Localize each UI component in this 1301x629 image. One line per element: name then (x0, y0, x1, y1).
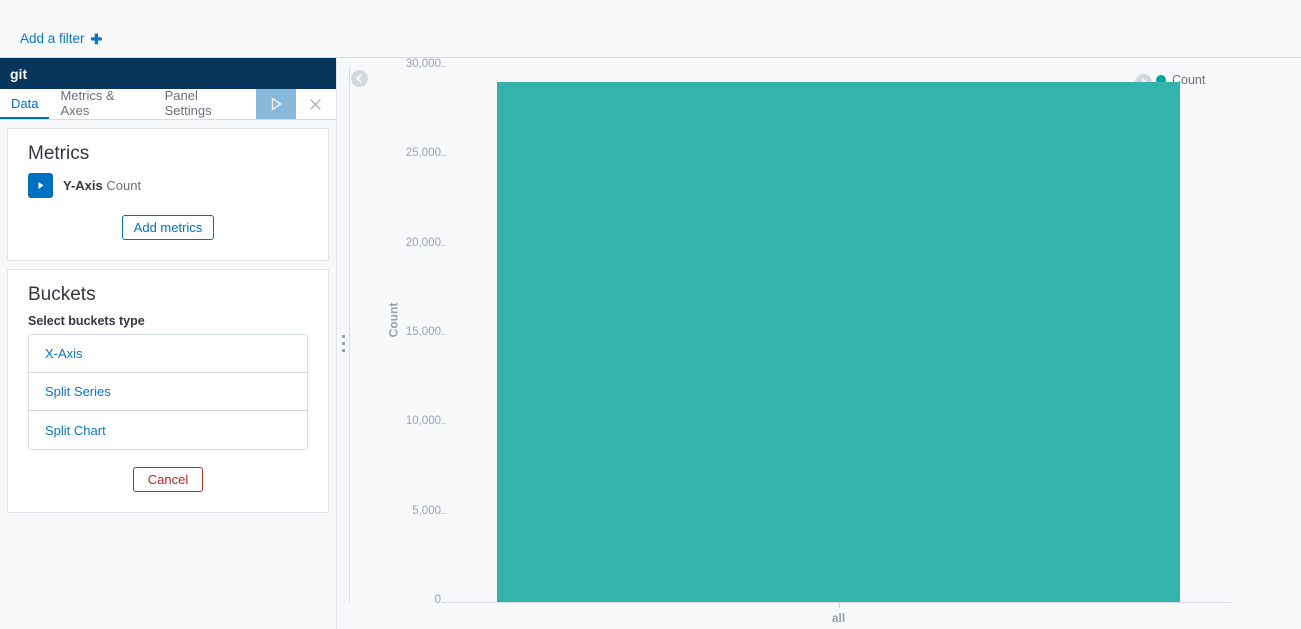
buckets-actions: Cancel (28, 467, 308, 492)
add-metrics-button[interactable]: Add metrics (121, 215, 215, 240)
y-axis-ticks: 0 5,000 10,000 15,000 20,000 25,000 30,000 (349, 58, 446, 629)
tab-data[interactable]: Data (0, 89, 50, 119)
tab-metrics-axes[interactable]: Metrics & Axes (49, 88, 153, 119)
x-axis-tick-label: all (831, 611, 846, 625)
play-icon (271, 97, 281, 111)
bucket-type-split-chart-label: Split Chart (45, 422, 106, 438)
metric-axis-name: Y-Axis (63, 178, 103, 193)
top-spacer (0, 0, 1301, 20)
x-axis-tick-mark (838, 603, 840, 608)
bucket-type-split-series-label: Split Series (45, 384, 111, 399)
y-axis-tick-label: 0 (434, 594, 441, 606)
metrics-panel: Metrics Y-Axis Count Add metrics (7, 128, 329, 261)
y-axis-tick-label: 20,000 (405, 236, 441, 249)
editor-panels: Metrics Y-Axis Count Add metrics Buckets… (0, 120, 336, 521)
tab-metrics-axes-label: Metrics & Axes (60, 88, 115, 118)
y-axis-tick-label: 10,000 (405, 415, 441, 428)
bucket-type-x-axis[interactable]: X-Axis (29, 335, 307, 373)
y-axis-tick-label: 5,000 (412, 504, 441, 517)
apply-changes-button[interactable] (255, 89, 296, 119)
visualization-chart-area: Count Count 0 5,000 10,000 15,000 20,000 25,0… (349, 58, 1301, 629)
visualization-title: git (0, 58, 336, 89)
plus-icon: ✚ (90, 30, 103, 47)
editor-tabs: Data Metrics & Axes Panel Settings (0, 88, 336, 120)
y-axis-tick-label: 30,000 (405, 58, 441, 70)
plot-area (446, 66, 1231, 602)
y-axis-tick-label: 25,000 (405, 147, 441, 160)
cancel-button[interactable]: Cancel (132, 467, 204, 492)
sidebar-resize-handle[interactable] (337, 58, 349, 629)
editor-sidebar: git Data Metrics & Axes Panel Settings M… (0, 58, 337, 629)
metric-row-y-axis[interactable]: Y-Axis Count (28, 173, 308, 198)
close-editor-button[interactable] (295, 89, 336, 119)
bucket-type-split-chart[interactable]: Split Chart (29, 411, 307, 449)
buckets-panel: Buckets Select buckets type X-Axis Split… (7, 269, 329, 513)
metric-label: Y-Axis Count (63, 178, 141, 193)
metrics-heading: Metrics (28, 143, 90, 164)
bucket-type-split-series[interactable]: Split Series (29, 373, 307, 411)
kibana-visualize-editor: Add a filter ✚ git Data Metrics & Axes P… (0, 0, 1301, 629)
tab-data-label: Data (11, 95, 39, 111)
buckets-heading: Buckets (28, 284, 96, 305)
bucket-type-x-axis-label: X-Axis (45, 346, 83, 361)
tab-panel-settings[interactable]: Panel Settings (154, 88, 256, 119)
chart-bar[interactable] (497, 82, 1180, 602)
tab-panel-settings-label: Panel Settings (164, 88, 212, 118)
add-metrics-row: Add metrics (28, 215, 308, 240)
add-filter-button[interactable]: Add a filter ✚ (20, 32, 102, 46)
metric-agg-value: Count (106, 178, 142, 193)
add-filter-label: Add a filter (20, 30, 85, 46)
close-icon (310, 98, 322, 110)
y-axis-line (349, 66, 350, 602)
caret-right-icon[interactable] (28, 173, 53, 198)
bucket-type-list: X-Axis Split Series Split Chart (28, 334, 308, 450)
select-buckets-type-label: Select buckets type (28, 314, 145, 328)
filter-bar: Add a filter ✚ (0, 20, 1301, 58)
y-axis-tick-label: 15,000 (405, 326, 441, 338)
grip-dots-icon (341, 335, 345, 352)
